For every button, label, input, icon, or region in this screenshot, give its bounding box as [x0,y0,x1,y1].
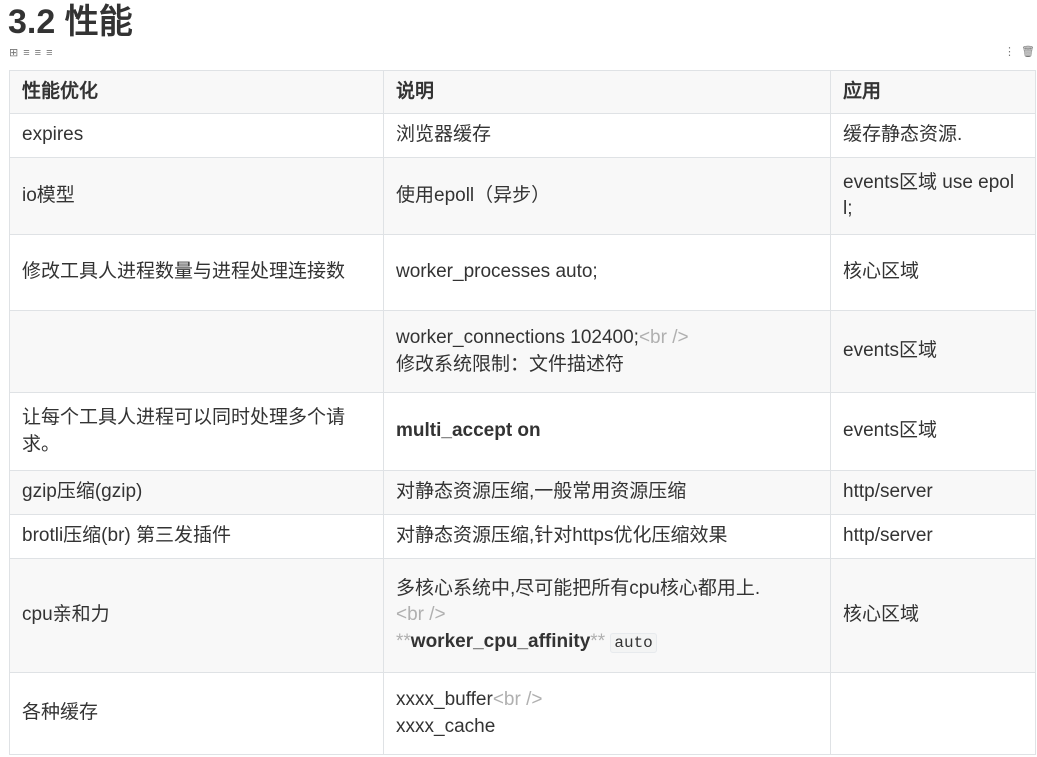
table-cell[interactable]: events区域 use epoll; [830,157,1036,235]
table-cell[interactable]: io模型 [9,157,384,235]
table-cell[interactable]: 各种缓存 [9,672,384,755]
table-row: 修改工具人进程数量与进程处理连接数 worker_processes auto;… [9,234,1036,311]
table-cell[interactable]: http/server [830,470,1036,515]
column-header: 应用 [830,70,1036,114]
page-title: 3.2 性能 [8,3,133,41]
cell-text: xxxx_cache [396,715,496,737]
table-cell[interactable]: brotli压缩(br) 第三发插件 [9,514,384,559]
table-cell[interactable]: 核心区域 [830,234,1036,311]
table-cell[interactable]: http/server [830,514,1036,559]
more-vertical-icon[interactable]: ⋮ [1004,46,1015,58]
align-right-icon[interactable]: ≡ [46,47,52,59]
table-cell[interactable]: gzip压缩(gzip) [9,470,384,515]
table-cell[interactable]: worker_processes auto; [383,234,831,311]
table-cell[interactable]: worker_connections 102400;<br /> 修改系统限制：… [383,310,831,393]
align-center-icon[interactable]: ≡ [35,47,41,59]
cell-text: 修改系统限制：文件描述符 [396,353,625,375]
raw-markdown-stars: ** [590,630,606,652]
inline-code: auto [610,632,657,653]
table-row: cpu亲和力 多核心系统中,尽可能把所有cpu核心都用上. <br /> **w… [9,558,1036,673]
table-cell[interactable]: 对静态资源压缩,针对https优化压缩效果 [383,514,831,559]
trash-icon[interactable]: 🗑 [1021,46,1035,58]
table-row: io模型 使用epoll（异步） events区域 use epoll; [9,157,1036,235]
table-cell[interactable]: events区域 [830,392,1036,471]
table-cell[interactable]: multi_accept on [383,392,831,471]
column-header: 性能优化 [9,70,384,114]
table-cell[interactable]: 核心区域 [830,558,1036,673]
table-row: brotli压缩(br) 第三发插件 对静态资源压缩,针对https优化压缩效果… [9,514,1036,559]
table-cell[interactable]: 让每个工具人进程可以同时处理多个请求。 [9,392,384,471]
table-row: worker_connections 102400;<br /> 修改系统限制：… [9,310,1036,393]
column-header: 说明 [383,70,831,114]
table-cell[interactable]: 缓存静态资源. [830,113,1036,158]
cell-text-bold: worker_cpu_affinity [410,630,591,652]
table-cell[interactable]: 使用epoll（异步） [383,157,831,235]
cell-text: 多核心系统中,尽可能把所有cpu核心都用上. [396,578,761,600]
table-cell[interactable]: cpu亲和力 [9,558,384,673]
table-row: gzip压缩(gzip) 对静态资源压缩,一般常用资源压缩 http/serve… [9,470,1036,515]
table-cell[interactable]: 浏览器缓存 [383,113,831,158]
table-header-row: 性能优化 说明 应用 [9,70,1036,114]
table-cell[interactable]: expires [9,113,384,158]
table-row: 让每个工具人进程可以同时处理多个请求。 multi_accept on even… [9,392,1036,471]
align-left-icon[interactable]: ≡ [23,47,29,59]
cell-text: worker_connections 102400; [396,327,639,349]
table-cell[interactable] [9,310,384,393]
table-cell[interactable] [830,672,1036,755]
performance-table: 性能优化 说明 应用 expires 浏览器缓存 缓存静态资源. io模型 使用… [9,70,1036,755]
raw-br-tag: <br /> [638,327,689,349]
table-cell[interactable]: 对静态资源压缩,一般常用资源压缩 [383,470,831,515]
table-row: expires 浏览器缓存 缓存静态资源. [9,113,1036,158]
table-row: 各种缓存 xxxx_buffer<br /> xxxx_cache [9,672,1036,755]
table-cell[interactable]: xxxx_buffer<br /> xxxx_cache [383,672,831,755]
cell-text: xxxx_buffer [396,689,493,711]
table-cell[interactable]: 修改工具人进程数量与进程处理连接数 [9,234,384,311]
raw-br-tag: <br /> [396,604,446,626]
raw-markdown-stars: ** [396,630,411,652]
table-cell[interactable]: events区域 [830,310,1036,393]
table-toolbar: ⊞ ≡ ≡ ≡ ⋮ 🗑 [9,46,1035,60]
grid-icon[interactable]: ⊞ [9,47,18,59]
raw-br-tag: <br /> [492,689,543,711]
table-cell[interactable]: 多核心系统中,尽可能把所有cpu核心都用上. <br /> **worker_c… [383,558,831,673]
